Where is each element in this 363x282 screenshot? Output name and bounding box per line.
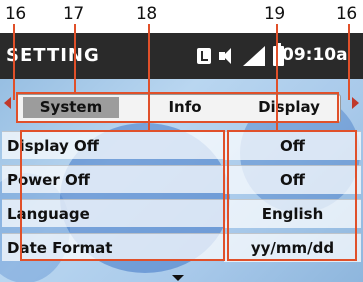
callout-line-19 <box>276 24 278 132</box>
sd-card-icon <box>197 48 211 64</box>
screen-title: SETTING <box>6 45 100 66</box>
callout-line-16-right <box>348 24 350 100</box>
highlight-tab-bar <box>16 92 339 123</box>
callout-line-16-left <box>13 24 15 100</box>
callout-18: 18 <box>136 4 157 24</box>
signal-icon <box>243 46 265 66</box>
scroll-down-icon[interactable] <box>172 275 184 281</box>
callout-19: 19 <box>264 4 285 24</box>
scroll-left-icon[interactable] <box>4 97 11 109</box>
status-icons <box>197 43 284 67</box>
callout-line-17 <box>74 24 76 94</box>
clock: 09:10a <box>282 45 348 65</box>
status-bar: SETTING 09:10a <box>0 33 363 79</box>
callout-line-18 <box>148 24 150 132</box>
highlight-labels <box>20 130 225 261</box>
callout-16-left: 16 <box>5 4 26 24</box>
volume-icon <box>219 48 235 64</box>
highlight-values <box>227 130 357 261</box>
callout-17: 17 <box>63 4 84 24</box>
callout-16-right: 16 <box>336 4 357 24</box>
scroll-right-icon[interactable] <box>352 97 359 109</box>
